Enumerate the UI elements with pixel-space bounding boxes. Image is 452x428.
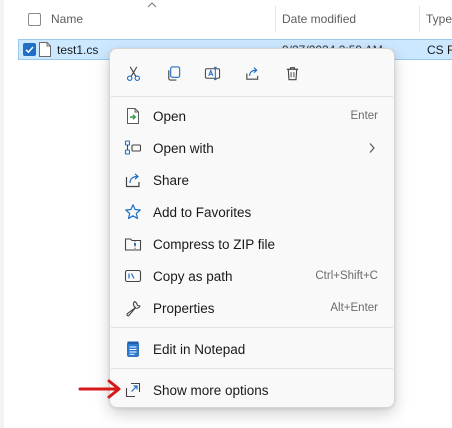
column-divider[interactable] — [419, 6, 420, 32]
menu-item-label: Share — [153, 173, 190, 188]
checkmark-icon — [25, 46, 34, 54]
menu-item-label: Compress to ZIP file — [153, 237, 276, 252]
navigation-pane-edge — [0, 0, 4, 428]
menu-separator — [111, 96, 393, 97]
row-checkbox-checked[interactable] — [23, 43, 36, 56]
share-quick-button[interactable] — [236, 57, 268, 89]
column-header-date-modified[interactable]: Date modified — [282, 12, 356, 26]
show-more-options-icon — [124, 381, 142, 399]
menu-item-add-to-favorites[interactable]: Add to Favorites — [114, 197, 390, 227]
menu-separator — [111, 327, 393, 328]
rename-icon — [204, 66, 220, 80]
menu-item-properties[interactable]: Properties Alt+Enter — [114, 293, 390, 323]
quick-action-bar — [110, 57, 394, 89]
select-all-checkbox[interactable] — [28, 13, 41, 26]
menu-item-label: Add to Favorites — [153, 205, 252, 220]
menu-item-shortcut: Enter — [350, 110, 379, 122]
notepad-icon — [124, 340, 142, 358]
share-icon — [245, 66, 258, 80]
file-icon — [39, 42, 51, 57]
menu-item-edit-in-notepad[interactable]: Edit in Notepad — [114, 334, 390, 364]
menu-item-share[interactable]: Share — [114, 165, 390, 195]
star-icon — [124, 203, 142, 221]
menu-item-shortcut: Alt+Enter — [330, 302, 378, 314]
menu-item-label: Edit in Notepad — [153, 342, 246, 357]
menu-item-label: Open with — [153, 141, 214, 156]
column-divider[interactable] — [275, 6, 276, 32]
menu-item-open-with[interactable]: Open with — [114, 133, 390, 163]
file-list-header: Name Date modified Type — [0, 0, 452, 36]
copy-icon — [167, 65, 180, 81]
column-header-type[interactable]: Type — [426, 12, 452, 26]
menu-item-label: Properties — [153, 301, 215, 316]
cut-button[interactable] — [117, 57, 149, 89]
rename-button[interactable] — [196, 57, 228, 89]
menu-item-show-more-options[interactable]: Show more options — [114, 375, 390, 405]
menu-item-label: Open — [153, 109, 187, 124]
delete-button[interactable] — [276, 57, 308, 89]
menu-item-label: Copy as path — [153, 269, 233, 284]
wrench-icon — [124, 299, 142, 317]
context-menu: Open Enter Open with Share Add to Favori… — [109, 48, 395, 408]
delete-icon — [286, 66, 298, 80]
annotation-arrow-icon — [78, 379, 121, 399]
menu-separator — [111, 368, 393, 369]
chevron-right-icon — [369, 143, 375, 153]
column-header-name[interactable]: Name — [51, 12, 83, 26]
open-with-icon — [124, 139, 142, 157]
menu-item-label: Show more options — [153, 383, 269, 398]
file-name: test1.cs — [57, 43, 99, 57]
share-icon — [124, 171, 142, 189]
open-icon — [124, 107, 142, 125]
copy-path-icon — [124, 267, 142, 285]
copy-button[interactable] — [157, 57, 189, 89]
menu-item-open[interactable]: Open Enter — [114, 101, 390, 131]
zip-folder-icon — [124, 235, 142, 253]
menu-item-compress-to-zip[interactable]: Compress to ZIP file — [114, 229, 390, 259]
menu-item-shortcut: Ctrl+Shift+C — [315, 270, 378, 282]
cut-icon — [126, 66, 140, 81]
sort-ascending-icon[interactable] — [147, 1, 157, 9]
menu-item-copy-as-path[interactable]: Copy as path Ctrl+Shift+C — [114, 261, 390, 291]
file-type: CS Fi — [427, 43, 452, 57]
